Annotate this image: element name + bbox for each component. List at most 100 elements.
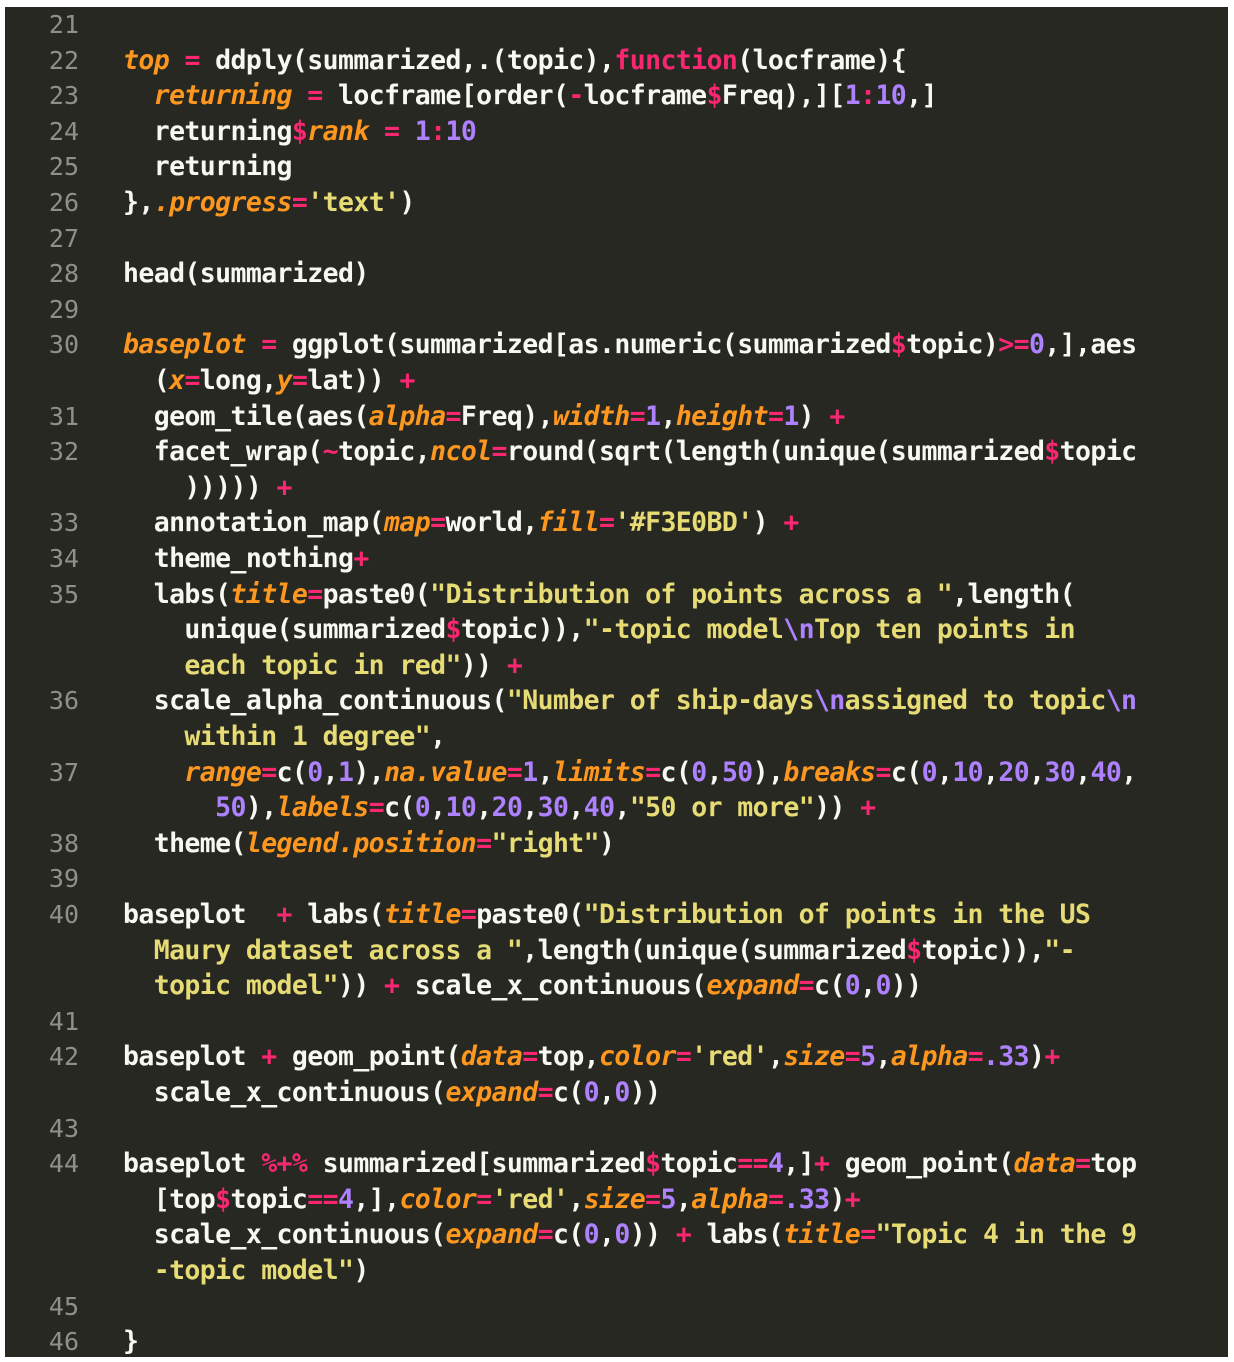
code-line[interactable]: scale_x_continuous(expand=c(0,0)) + labs… xyxy=(123,1217,1228,1253)
code-line[interactable]: returning$rank = 1:10 xyxy=(123,114,1228,150)
code-token: top xyxy=(123,44,170,76)
code-token: = xyxy=(1075,1148,1091,1180)
code-token: 10 xyxy=(952,756,984,788)
code-token: , xyxy=(675,1183,692,1215)
code-line[interactable] xyxy=(123,1289,1228,1325)
code-line[interactable]: returning xyxy=(123,149,1228,185)
code-token: , xyxy=(660,400,676,432)
code-token: \n xyxy=(783,614,814,646)
code-line[interactable] xyxy=(123,861,1228,897)
code-token: : xyxy=(860,80,876,112)
code-line[interactable]: baseplot + labs(title=paste0("Distributi… xyxy=(123,897,1228,933)
code-line[interactable]: (x=long,y=lat)) + xyxy=(123,363,1228,399)
code-line[interactable]: ))))) + xyxy=(123,470,1228,506)
code-line[interactable]: geom_tile(aes(alpha=Freq),width=1,height… xyxy=(123,399,1228,435)
code-token: topic model" xyxy=(123,970,339,1002)
code-token: limits xyxy=(553,756,646,788)
code-line[interactable]: 50),labels=c(0,10,20,30,40,"50 or more")… xyxy=(123,790,1228,826)
code-line[interactable]: baseplot %+% summarized[summarized$topic… xyxy=(123,1146,1228,1182)
code-token: ) xyxy=(752,507,784,539)
code-line[interactable]: returning = locframe[order(-locframe$Fre… xyxy=(123,78,1228,114)
code-token: width xyxy=(552,400,630,432)
code-token: title xyxy=(783,1219,861,1251)
code-line[interactable]: } xyxy=(123,1324,1228,1357)
code-token: 1 xyxy=(645,400,661,432)
code-token: + xyxy=(675,1219,692,1251)
code-line[interactable]: labs(title=paste0("Distribution of point… xyxy=(123,577,1228,613)
code-line[interactable] xyxy=(123,1004,1228,1040)
code-line[interactable]: head(summarized) xyxy=(123,256,1228,292)
code-token: = xyxy=(875,756,892,788)
code-line[interactable]: unique(summarized$topic)),"-topic model\… xyxy=(123,612,1228,648)
code-line[interactable]: facet_wrap(~topic,ncol=round(sqrt(length… xyxy=(123,434,1228,470)
code-token: 0 xyxy=(583,1077,600,1108)
code-token: 50 xyxy=(721,756,753,788)
code-token: "- xyxy=(1044,934,1075,966)
code-token: scale_alpha_continuous( xyxy=(123,685,508,717)
code-token: returning xyxy=(123,115,293,147)
code-token: = xyxy=(645,756,661,788)
code-line[interactable] xyxy=(123,292,1228,328)
code-line[interactable] xyxy=(123,7,1228,43)
code-token: ~ xyxy=(322,436,339,468)
code-token: , xyxy=(1121,756,1137,788)
code-token: ))))) xyxy=(123,471,277,503)
code-line[interactable]: Maury dataset across a ",length(unique(s… xyxy=(123,933,1228,969)
code-line[interactable]: scale_alpha_continuous("Number of ship-d… xyxy=(123,683,1228,719)
code-area[interactable]: top = ddply(summarized,.(topic),function… xyxy=(5,7,1228,1357)
code-line[interactable] xyxy=(123,1111,1228,1147)
code-line[interactable] xyxy=(123,221,1228,257)
code-token: ), xyxy=(245,792,277,824)
code-token: ) xyxy=(399,187,415,218)
code-line[interactable]: -topic model") xyxy=(123,1253,1228,1289)
code-token: )) xyxy=(460,649,507,681)
code-line[interactable]: theme(legend.position="right") xyxy=(123,826,1228,862)
code-token: , xyxy=(522,792,538,824)
code-token: = xyxy=(537,1077,554,1108)
code-token: .progress xyxy=(153,187,293,218)
code-token: expand xyxy=(445,1077,538,1108)
code-token: 10 xyxy=(875,80,907,112)
code-line[interactable]: annotation_map(map=world,fill='#F3E0BD')… xyxy=(123,505,1228,541)
code-token: function xyxy=(614,44,738,76)
code-token: = xyxy=(184,44,200,76)
code-token: 1 xyxy=(338,756,354,788)
code-line[interactable]: within 1 degree", xyxy=(123,719,1228,755)
code-token: theme_nothing xyxy=(123,543,354,574)
code-token: Freq), xyxy=(460,400,554,432)
code-token: scale_x_continuous( xyxy=(123,1077,446,1108)
code-token: , xyxy=(599,1219,615,1251)
code-token: legend.position xyxy=(245,827,477,859)
code-line[interactable]: top = ddply(summarized,.(topic),function… xyxy=(123,43,1228,79)
code-token: top, xyxy=(537,1041,600,1073)
code-line[interactable]: range=c(0,1),na.value=1,limits=c(0,50),b… xyxy=(123,755,1228,791)
code-line[interactable]: scale_x_continuous(expand=c(0,0)) xyxy=(123,1075,1228,1111)
code-token: each topic in red" xyxy=(123,649,461,681)
code-token: facet_wrap( xyxy=(123,436,324,468)
code-token: top xyxy=(1090,1148,1137,1180)
code-line[interactable]: baseplot = ggplot(summarized[as.numeric(… xyxy=(123,327,1228,363)
code-line[interactable]: [top$topic==4,],color='red',size=5,alpha… xyxy=(123,1182,1228,1218)
code-token: + xyxy=(261,1041,277,1073)
code-line[interactable]: topic model")) + scale_x_continuous(expa… xyxy=(123,968,1228,1004)
code-token: alpha xyxy=(691,1183,768,1215)
code-token: labs( xyxy=(691,1219,784,1251)
code-line[interactable]: theme_nothing+ xyxy=(123,541,1228,577)
code-token: , xyxy=(568,792,584,824)
code-token: = xyxy=(476,827,492,859)
code-line[interactable]: baseplot + geom_point(data=top,color='re… xyxy=(123,1039,1228,1075)
code-token: } xyxy=(123,1326,139,1357)
code-token: = xyxy=(491,436,508,468)
code-token: == xyxy=(307,1183,338,1215)
code-token: 30 xyxy=(537,792,569,824)
code-line[interactable]: },.progress='text') xyxy=(123,185,1228,221)
code-token: annotation_map( xyxy=(123,507,385,539)
code-token: = xyxy=(430,507,446,539)
code-token: + xyxy=(814,1148,830,1180)
code-editor[interactable]: 21 22 23 24 25 26 27 28 29 30 31 32 33 34 35 36 37 38 39 40… xyxy=(5,7,1228,1357)
code-token: head(summarized) xyxy=(123,258,369,290)
code-token: 30 xyxy=(1044,756,1076,788)
code-line[interactable]: each topic in red")) + xyxy=(123,648,1228,684)
code-token: ) xyxy=(829,1183,845,1215)
